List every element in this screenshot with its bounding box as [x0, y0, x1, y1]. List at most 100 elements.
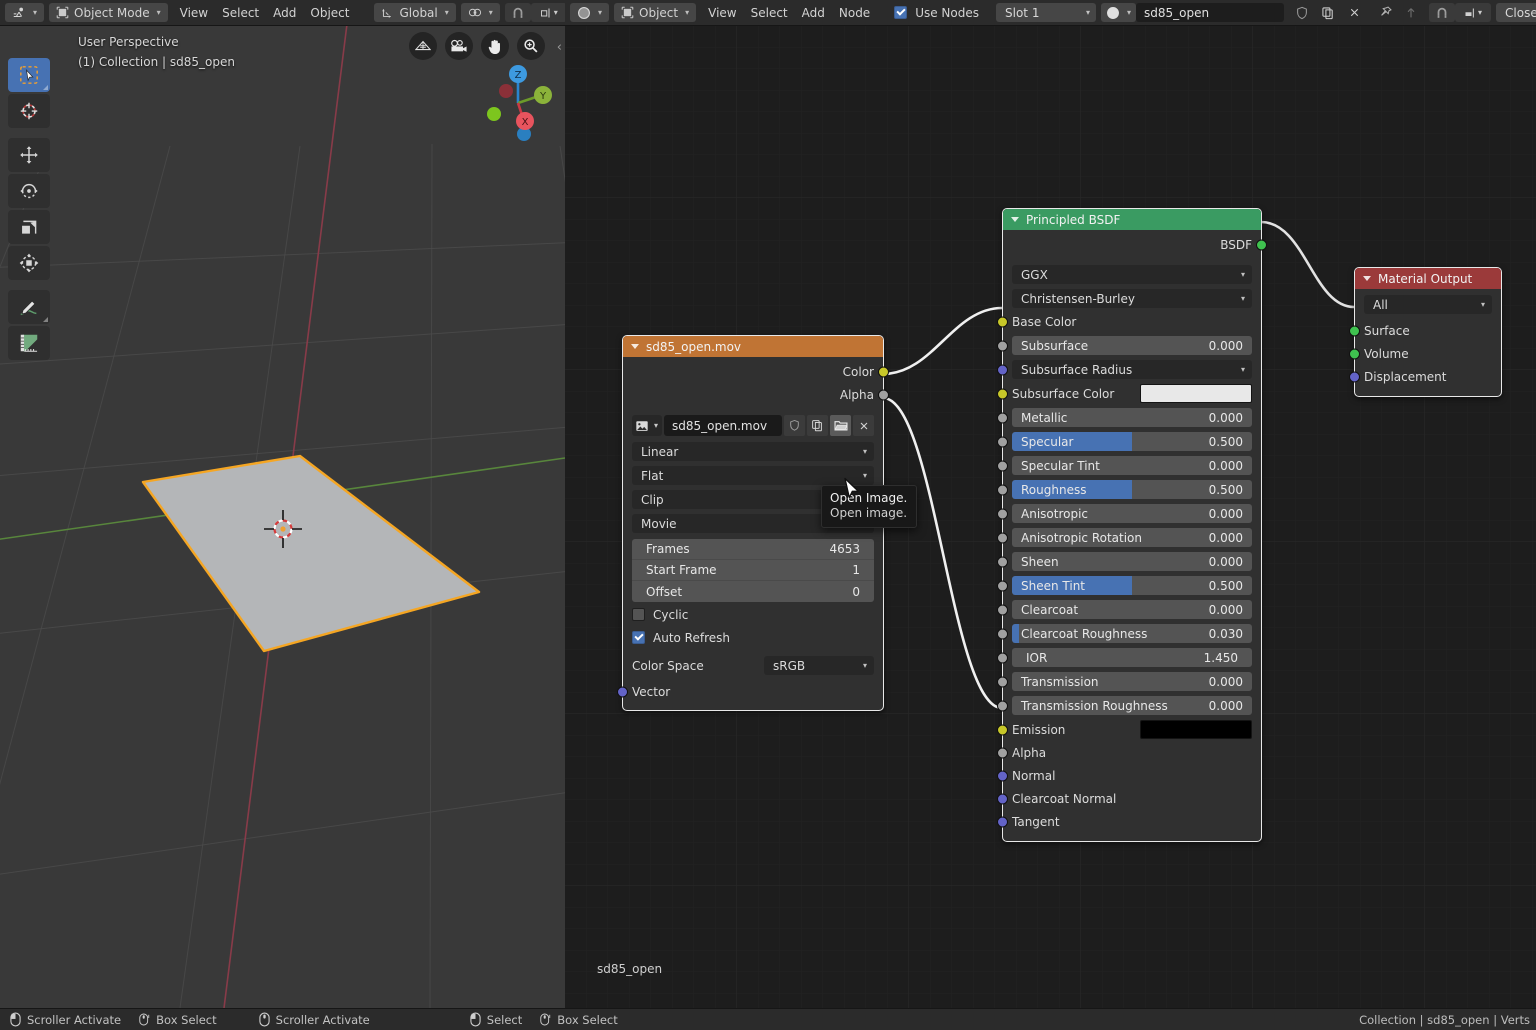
auto-refresh-row[interactable]: Auto Refresh [632, 628, 874, 647]
color-space-select[interactable]: sRGB ▾ [764, 656, 874, 675]
clearcoat-roughness-row[interactable]: Clearcoat Roughness 0.030 [997, 623, 1252, 644]
projection-select[interactable]: Flat ▾ [632, 466, 874, 485]
roughness-slider[interactable]: Roughness 0.500 [1012, 480, 1252, 499]
specular-slider[interactable]: Specular 0.500 [1012, 432, 1252, 451]
specular-row[interactable]: Specular 0.500 [997, 431, 1252, 452]
socket-specular-tint[interactable] [997, 460, 1008, 471]
auto-refresh-checkbox[interactable] [632, 631, 645, 644]
transform-orientation-selector[interactable]: Global ▾ [374, 3, 456, 22]
socket-base-color[interactable] [997, 316, 1008, 328]
tool-rotate[interactable] [8, 174, 50, 208]
socket-transmission-roughness[interactable] [997, 700, 1008, 711]
socket-alpha[interactable] [878, 389, 889, 401]
socket-metallic[interactable] [997, 412, 1008, 423]
unlink-material-button[interactable] [1341, 3, 1367, 22]
unlink-image-button[interactable] [853, 415, 874, 436]
slot-selector[interactable]: Slot 1 ▾ [996, 3, 1097, 22]
menu-select[interactable]: Select [215, 3, 266, 22]
transmission-roughness-row[interactable]: Transmission Roughness 0.000 [997, 695, 1252, 716]
menu-view[interactable]: View [173, 3, 215, 22]
socket-anisotropic-rotation[interactable] [997, 532, 1008, 543]
pin-button[interactable] [1372, 3, 1398, 22]
output-target-select[interactable]: All ▾ [1364, 295, 1492, 314]
clearcoat-slider[interactable]: Clearcoat 0.000 [1012, 600, 1252, 619]
open-image-button[interactable] [830, 415, 851, 436]
subsurface-color-swatch[interactable] [1140, 384, 1252, 403]
cyclic-checkbox[interactable] [632, 608, 645, 621]
shader-node-editor[interactable]: sd85_open.mov Color Alpha ▾ sd85_open.mo… [565, 26, 1536, 1008]
socket-roughness[interactable] [997, 484, 1008, 495]
socket-displacement[interactable] [1349, 371, 1360, 383]
start-frame-field[interactable]: Start Frame 1 [632, 560, 874, 581]
clearcoat-row[interactable]: Clearcoat 0.000 [997, 599, 1252, 620]
emission-row[interactable]: Emission [997, 719, 1252, 740]
ior-slider[interactable]: IOR 1.450 [1012, 648, 1252, 667]
tool-move[interactable] [8, 138, 50, 172]
socket-transmission[interactable] [997, 676, 1008, 687]
sheen-slider[interactable]: Sheen 0.000 [1012, 552, 1252, 571]
object-mode-selector[interactable]: Object Mode ▾ [49, 3, 168, 22]
socket-clearcoat[interactable] [997, 604, 1008, 615]
anisotropic-slider[interactable]: Anisotropic 0.000 [1012, 504, 1252, 523]
metallic-slider[interactable]: Metallic 0.000 [1012, 408, 1252, 427]
socket-subsurface-color[interactable] [997, 388, 1008, 399]
clearcoat-roughness-slider[interactable]: Clearcoat Roughness 0.030 [1012, 624, 1252, 643]
subsurface-row[interactable]: Subsurface 0.000 [997, 335, 1252, 356]
socket-anisotropic[interactable] [997, 508, 1008, 519]
interpolation-select[interactable]: Linear ▾ [632, 442, 874, 461]
tool-cursor[interactable] [8, 94, 50, 128]
shader-type-selector[interactable]: Object ▾ [614, 3, 697, 22]
node-menu-add[interactable]: Add [795, 3, 832, 22]
distribution-select[interactable]: GGX ▾ [1012, 265, 1252, 284]
use-nodes-checkbox[interactable] [894, 6, 908, 19]
subsurface-method-row[interactable]: Christensen-Burley ▾ [1012, 288, 1252, 309]
snap-toggle[interactable] [504, 3, 531, 22]
socket-subsurface-radius[interactable] [997, 364, 1008, 375]
specular-tint-slider[interactable]: Specular Tint 0.000 [1012, 456, 1252, 475]
image-name-field[interactable]: sd85_open.mov [664, 415, 782, 436]
socket-normal[interactable] [997, 770, 1008, 782]
editor-type-selector[interactable]: ▾ [5, 3, 45, 22]
use-nodes-toggle[interactable]: Use Nodes [887, 3, 986, 22]
node-menu-view[interactable]: View [701, 3, 743, 22]
node-snap-toggle[interactable] [1429, 3, 1456, 22]
snap-target-selector[interactable]: Closest ▾ [1496, 3, 1536, 22]
shader-editor-type-selector[interactable]: ▾ [570, 3, 610, 22]
socket-vector[interactable] [617, 686, 628, 697]
toggle-grid-button[interactable] [409, 32, 437, 60]
fake-user-button[interactable] [1289, 3, 1315, 22]
tool-transform[interactable] [8, 246, 50, 280]
subsurface-slider[interactable]: Subsurface 0.000 [1012, 336, 1252, 355]
anisotropic-row[interactable]: Anisotropic 0.000 [997, 503, 1252, 524]
tool-tweak[interactable] [8, 58, 50, 92]
snap-element-selector[interactable]: ▾ [530, 3, 567, 22]
frames-field[interactable]: Frames 4653 [632, 539, 874, 560]
color-space-row[interactable]: Color Space sRGB ▾ [632, 655, 874, 676]
zoom-view-button[interactable] [517, 32, 545, 60]
node-menu-node[interactable]: Node [832, 3, 877, 22]
sheen-tint-row[interactable]: Sheen Tint 0.500 [997, 575, 1252, 596]
socket-specular[interactable] [997, 436, 1008, 447]
interpolation-row[interactable]: Linear ▾ [632, 441, 874, 462]
sidebar-toggle-viewport[interactable]: ‹ [557, 40, 562, 55]
offset-field[interactable]: Offset 0 [632, 581, 874, 602]
sheen-tint-slider[interactable]: Sheen Tint 0.500 [1012, 576, 1252, 595]
subsurface-radius-row[interactable]: Subsurface Radius ▾ [997, 359, 1252, 380]
material-browse-button[interactable]: ▾ [1101, 3, 1137, 22]
bsdf-node-header[interactable]: Principled BSDF [1003, 209, 1261, 230]
anisotropic-rotation-row[interactable]: Anisotropic Rotation 0.000 [997, 527, 1252, 548]
ior-row[interactable]: IOR 1.450 [997, 647, 1252, 668]
image-node-header[interactable]: sd85_open.mov [623, 336, 883, 357]
output-node-header[interactable]: Material Output [1355, 268, 1501, 289]
cyclic-row[interactable]: Cyclic [632, 605, 874, 624]
subsurface-method-select[interactable]: Christensen-Burley ▾ [1012, 289, 1252, 308]
socket-color[interactable] [878, 366, 889, 378]
output-target-row[interactable]: All ▾ [1364, 294, 1492, 315]
socket-tangent[interactable] [997, 816, 1008, 828]
move-view-button[interactable] [481, 32, 509, 60]
tool-scale[interactable] [8, 210, 50, 244]
projection-row[interactable]: Flat ▾ [632, 465, 874, 486]
node-menu-select[interactable]: Select [744, 3, 795, 22]
tool-measure[interactable] [8, 326, 50, 360]
pivot-point-selector[interactable]: ▾ [460, 3, 500, 22]
